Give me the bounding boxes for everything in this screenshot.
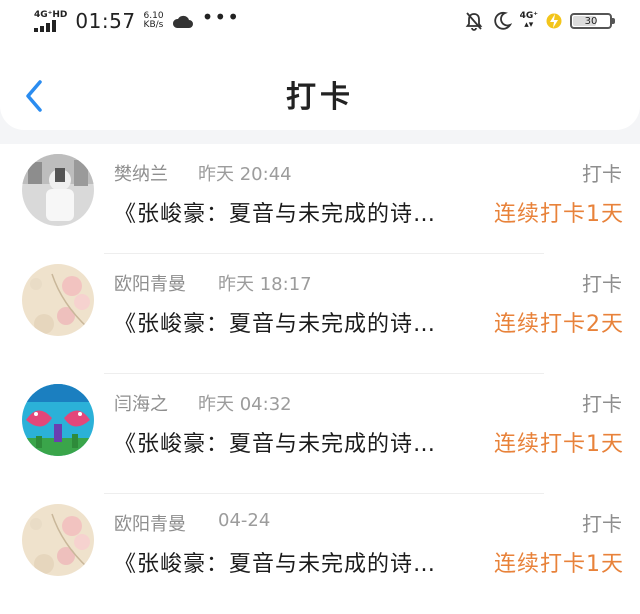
status-left: 4G⁺HD 01:57 6.10 KB/s ••• bbox=[34, 5, 240, 33]
list-item[interactable]: 欧阳青曼 昨天 18:17 打卡 《张峻豪：夏音与未完成的诗… 连续打卡2天 bbox=[0, 254, 640, 374]
cellular-signal: 4G⁺HD bbox=[34, 9, 68, 32]
signal-icon bbox=[34, 19, 56, 32]
cloud-icon bbox=[172, 15, 193, 28]
user-name[interactable]: 欧阳青曼 bbox=[114, 270, 186, 296]
post-time: 昨天 04:32 bbox=[198, 394, 292, 415]
moon-icon bbox=[493, 11, 512, 30]
post-time: 昨天 18:17 bbox=[218, 274, 312, 295]
checkin-tag: 打卡 bbox=[582, 512, 622, 536]
streak-label: 连续打卡2天 bbox=[494, 312, 624, 337]
post-time: 04-24 bbox=[218, 510, 271, 531]
battery-icon: 30 bbox=[570, 13, 615, 29]
checkin-tag: 打卡 bbox=[582, 392, 622, 416]
user-name[interactable]: 闫海之 bbox=[114, 390, 168, 416]
mute-icon bbox=[465, 12, 482, 31]
signal-4g-icon: 4G⁺ ▴▾ bbox=[520, 12, 538, 30]
network-type-label: 4G⁺HD bbox=[34, 9, 68, 20]
streak-label: 连续打卡1天 bbox=[494, 432, 624, 457]
avatar[interactable] bbox=[22, 504, 94, 576]
streak-label: 连续打卡1天 bbox=[494, 202, 624, 227]
page-title: 打卡 bbox=[286, 80, 354, 115]
avatar[interactable] bbox=[22, 384, 94, 456]
streak-label: 连续打卡1天 bbox=[494, 552, 624, 577]
avatar[interactable] bbox=[22, 264, 94, 336]
speed-unit: KB/s bbox=[143, 20, 164, 30]
more-notifications-icon: ••• bbox=[201, 5, 240, 29]
data-arrows: ▴▾ bbox=[524, 20, 534, 30]
network-speed: 6.10 KB/s bbox=[143, 11, 164, 31]
book-title[interactable]: 《张峻豪：夏音与未完成的诗… bbox=[114, 426, 484, 458]
clock: 01:57 bbox=[75, 9, 136, 33]
checkin-list: 樊纳兰 昨天 20:44 打卡 《张峻豪：夏音与未完成的诗… 连续打卡1天 欧阳… bbox=[0, 144, 640, 614]
book-title[interactable]: 《张峻豪：夏音与未完成的诗… bbox=[114, 306, 484, 338]
charging-icon bbox=[546, 13, 562, 29]
list-item[interactable]: 樊纳兰 昨天 20:44 打卡 《张峻豪：夏音与未完成的诗… 连续打卡1天 bbox=[0, 144, 640, 254]
status-bar: 4G⁺HD 01:57 6.10 KB/s ••• 4G⁺ ▴▾ 30 bbox=[0, 0, 640, 42]
user-name[interactable]: 欧阳青曼 bbox=[114, 510, 186, 536]
book-title[interactable]: 《张峻豪：夏音与未完成的诗… bbox=[114, 546, 484, 578]
checkin-tag: 打卡 bbox=[582, 272, 622, 296]
user-name[interactable]: 樊纳兰 bbox=[114, 160, 168, 186]
list-item[interactable]: 闫海之 昨天 04:32 打卡 《张峻豪：夏音与未完成的诗… 连续打卡1天 bbox=[0, 374, 640, 494]
status-right: 4G⁺ ▴▾ 30 bbox=[464, 11, 615, 31]
battery-level: 30 bbox=[584, 15, 598, 27]
post-time: 昨天 20:44 bbox=[198, 164, 292, 185]
nav-header: 打卡 bbox=[0, 42, 640, 130]
checkin-tag: 打卡 bbox=[582, 162, 622, 186]
avatar[interactable] bbox=[22, 154, 94, 226]
book-title[interactable]: 《张峻豪：夏音与未完成的诗… bbox=[114, 196, 484, 228]
list-item[interactable]: 欧阳青曼 04-24 打卡 《张峻豪：夏音与未完成的诗… 连续打卡1天 bbox=[0, 494, 640, 614]
